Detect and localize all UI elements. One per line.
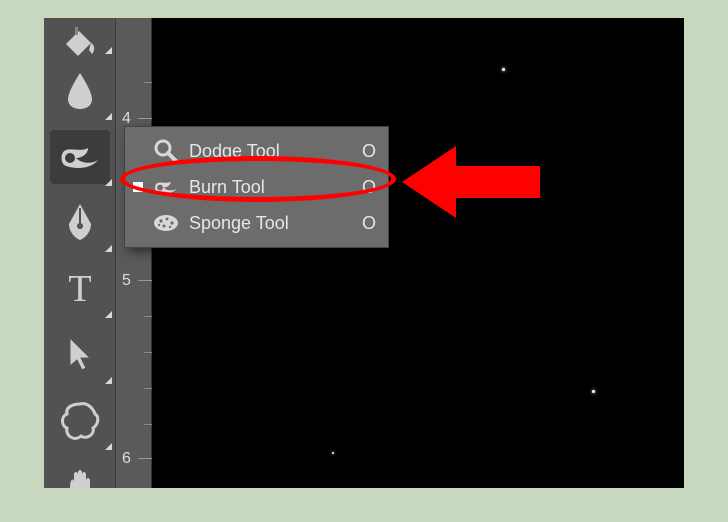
flyout-indicator-icon: [105, 47, 112, 54]
flyout-item-dodge[interactable]: Dodge Tool O: [125, 133, 388, 169]
burn-icon: [153, 174, 179, 200]
canvas-area[interactable]: [152, 18, 684, 488]
vertical-ruler: 4 5 6: [116, 18, 152, 488]
blob-icon: [59, 400, 101, 442]
flyout-indicator-icon: [105, 113, 112, 120]
star-pixel: [502, 68, 505, 71]
flyout-indicator-icon: [105, 377, 112, 384]
flyout-item-label: Sponge Tool: [189, 213, 350, 234]
burn-tool[interactable]: [44, 124, 116, 190]
flyout-indicator-icon: [105, 179, 112, 186]
flyout-item-shortcut: O: [360, 213, 378, 234]
hand-icon: [60, 467, 100, 488]
flyout-indicator-icon: [105, 245, 112, 252]
flyout-indicator-icon: [105, 443, 112, 450]
ruler-label: 5: [122, 272, 146, 290]
ruler-label: 6: [122, 450, 146, 468]
droplet-icon: [65, 71, 95, 111]
flyout-item-shortcut: O: [360, 177, 378, 198]
type-tool[interactable]: T: [44, 256, 116, 322]
cursor-icon: [66, 336, 94, 374]
flyout-item-shortcut: O: [360, 141, 378, 162]
burn-icon: [58, 140, 102, 174]
star-pixel: [332, 452, 334, 454]
paint-bucket-icon: [61, 26, 99, 58]
pen-icon: [63, 202, 97, 244]
shape-tool[interactable]: [44, 388, 116, 454]
star-pixel: [592, 390, 595, 393]
blur-tool[interactable]: [44, 58, 116, 124]
flyout-item-label: Dodge Tool: [189, 141, 350, 162]
flyout-indicator-icon: [105, 311, 112, 318]
current-marker-icon: [133, 182, 143, 192]
path-select-tool[interactable]: [44, 322, 116, 388]
tools-panel: T: [44, 18, 116, 488]
app-frame: T: [44, 18, 684, 488]
sponge-icon: [153, 210, 179, 236]
type-icon: T: [68, 270, 91, 308]
paint-bucket-tool[interactable]: [44, 18, 116, 58]
dodge-icon: [153, 138, 179, 164]
flyout-item-burn[interactable]: Burn Tool O: [125, 169, 388, 205]
tool-flyout-menu: Dodge Tool O Burn Tool O: [124, 126, 389, 248]
flyout-item-label: Burn Tool: [189, 177, 350, 198]
flyout-item-sponge[interactable]: Sponge Tool O: [125, 205, 388, 241]
pen-tool[interactable]: [44, 190, 116, 256]
hand-tool[interactable]: [44, 454, 116, 488]
